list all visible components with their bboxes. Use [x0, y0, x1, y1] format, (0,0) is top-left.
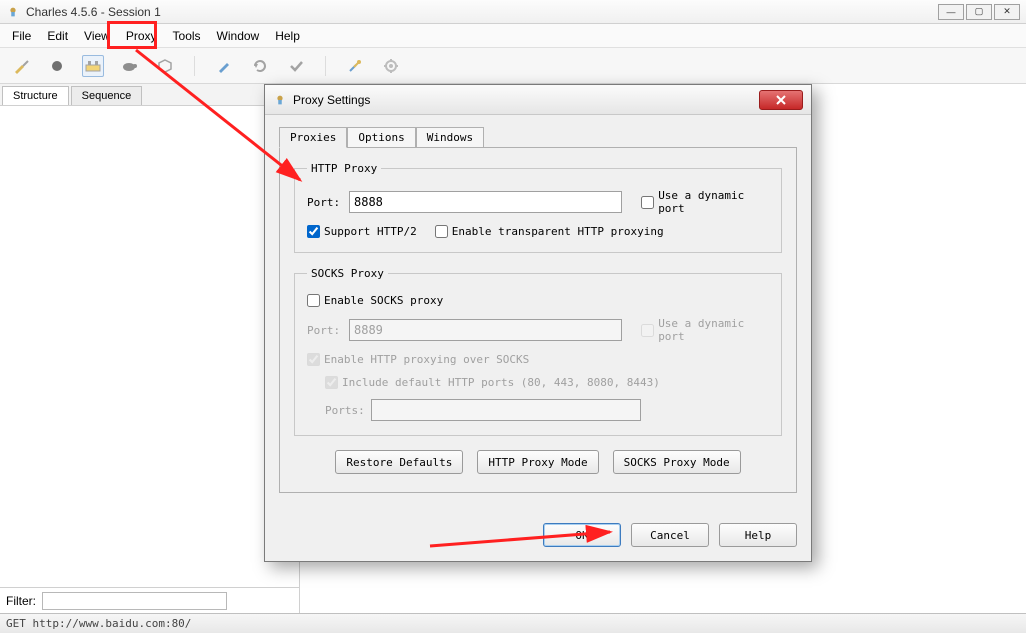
window-close-button[interactable]: ✕: [994, 4, 1020, 20]
socks-include-checkbox: [325, 376, 338, 389]
http-port-label: Port:: [307, 196, 343, 209]
menu-proxy[interactable]: Proxy: [118, 26, 165, 46]
http-proxy-legend: HTTP Proxy: [307, 162, 381, 175]
menu-edit[interactable]: Edit: [39, 26, 76, 46]
menu-window[interactable]: Window: [209, 26, 268, 46]
tab-structure[interactable]: Structure: [2, 86, 69, 105]
socks-enable-checkbox[interactable]: [307, 294, 320, 307]
throttle-icon[interactable]: [82, 55, 104, 77]
socks-proxy-group: SOCKS Proxy Enable SOCKS proxy Port: Use…: [294, 267, 782, 436]
menu-file[interactable]: File: [4, 26, 39, 46]
filter-row: Filter:: [0, 587, 299, 613]
socks-include-label: Include default HTTP ports (80, 443, 808…: [342, 376, 660, 389]
tools-icon[interactable]: [344, 55, 366, 77]
tab-windows[interactable]: Windows: [416, 127, 484, 148]
socks-ports-input: [371, 399, 641, 421]
hexagon-icon[interactable]: [154, 55, 176, 77]
http2-checkbox[interactable]: [307, 225, 320, 238]
pencil-icon[interactable]: [213, 55, 235, 77]
socks-http-checkbox: [307, 353, 320, 366]
dialog-icon: [273, 93, 287, 107]
toolbar: [0, 48, 1026, 84]
socks-http-label: Enable HTTP proxying over SOCKS: [324, 353, 529, 366]
socks-port-label: Port:: [307, 324, 343, 337]
session-tree[interactable]: [0, 106, 299, 587]
check-icon[interactable]: [285, 55, 307, 77]
menu-view[interactable]: View: [76, 26, 118, 46]
sidebar-tabs: Structure Sequence: [0, 84, 299, 106]
socks-ports-label: Ports:: [325, 404, 365, 417]
menu-help[interactable]: Help: [267, 26, 308, 46]
ok-button[interactable]: OK: [543, 523, 621, 547]
http-port-input[interactable]: [349, 191, 622, 213]
toolbar-separator: [194, 56, 195, 76]
window-maximize-button[interactable]: ▢: [966, 4, 992, 20]
transparent-checkbox[interactable]: [435, 225, 448, 238]
window-minimize-button[interactable]: —: [938, 4, 964, 20]
window-title: Charles 4.5.6 - Session 1: [26, 5, 161, 19]
dialog-tabs: Proxies Options Windows: [279, 127, 797, 148]
broom-icon[interactable]: [10, 55, 32, 77]
restore-defaults-button[interactable]: Restore Defaults: [335, 450, 463, 474]
app-icon: [6, 5, 20, 19]
status-text: GET http://www.baidu.com:80/: [6, 617, 191, 630]
socks-proxy-legend: SOCKS Proxy: [307, 267, 388, 280]
http-dynamic-checkbox[interactable]: [641, 196, 654, 209]
transparent-label: Enable transparent HTTP proxying: [452, 225, 664, 238]
socks-port-input: [349, 319, 622, 341]
http2-label: Support HTTP/2: [324, 225, 417, 238]
sidebar: Structure Sequence Filter:: [0, 84, 300, 613]
tab-proxies[interactable]: Proxies: [279, 127, 347, 148]
dialog-title: Proxy Settings: [293, 93, 370, 107]
filter-input[interactable]: [42, 592, 227, 610]
tab-options[interactable]: Options: [347, 127, 415, 148]
http-mode-button[interactable]: HTTP Proxy Mode: [477, 450, 598, 474]
help-button[interactable]: Help: [719, 523, 797, 547]
socks-enable-label: Enable SOCKS proxy: [324, 294, 443, 307]
tab-sequence[interactable]: Sequence: [71, 86, 143, 105]
turtle-icon[interactable]: [118, 55, 140, 77]
gear-icon[interactable]: [380, 55, 402, 77]
filter-label: Filter:: [6, 594, 36, 608]
proxy-settings-dialog: Proxy Settings Proxies Options Windows H…: [264, 84, 812, 562]
dialog-panel: HTTP Proxy Port: Use a dynamic port Supp…: [279, 147, 797, 493]
window-titlebar: Charles 4.5.6 - Session 1 — ▢ ✕: [0, 0, 1026, 24]
statusbar: GET http://www.baidu.com:80/: [0, 613, 1026, 633]
http-proxy-group: HTTP Proxy Port: Use a dynamic port Supp…: [294, 162, 782, 253]
toolbar-separator: [325, 56, 326, 76]
menubar: File Edit View Proxy Tools Window Help: [0, 24, 1026, 48]
dialog-close-button[interactable]: [759, 90, 803, 110]
dialog-action-row: OK Cancel Help: [265, 507, 811, 561]
refresh-icon[interactable]: [249, 55, 271, 77]
mode-button-row: Restore Defaults HTTP Proxy Mode SOCKS P…: [294, 450, 782, 474]
socks-mode-button[interactable]: SOCKS Proxy Mode: [613, 450, 741, 474]
socks-dynamic-label: Use a dynamic port: [658, 317, 769, 343]
menu-tools[interactable]: Tools: [165, 26, 209, 46]
socks-dynamic-checkbox: [641, 324, 654, 337]
record-icon[interactable]: [46, 55, 68, 77]
http-dynamic-label: Use a dynamic port: [658, 189, 769, 215]
cancel-button[interactable]: Cancel: [631, 523, 709, 547]
dialog-titlebar[interactable]: Proxy Settings: [265, 85, 811, 115]
